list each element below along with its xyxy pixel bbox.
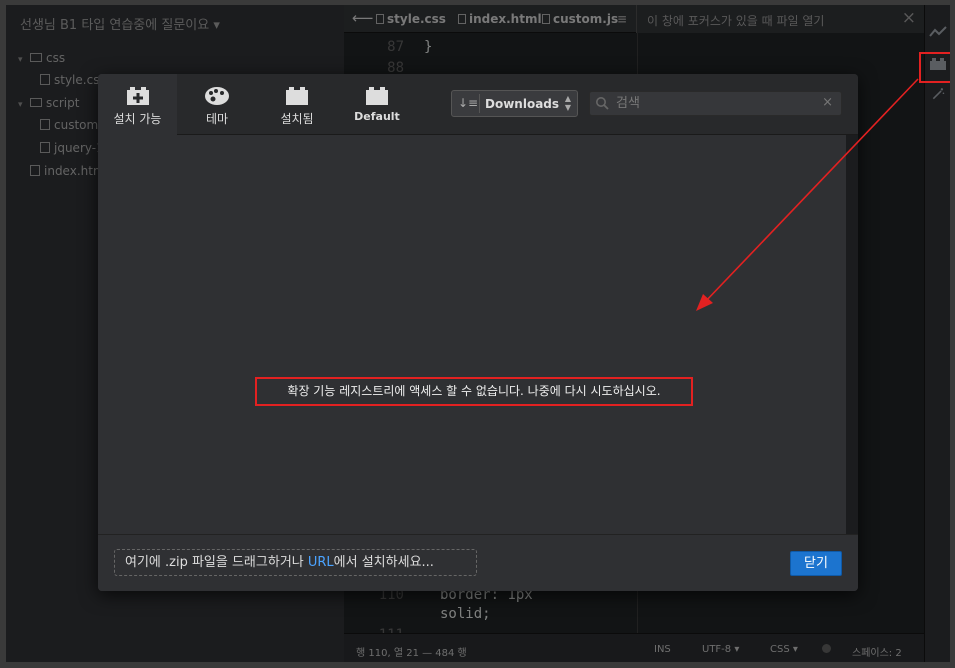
annotation-arrow: [696, 78, 919, 311]
brackets-window: 선생님 B1 타입 연습중에 질문이요 ▾ ▾ css style.css ▾ sc…: [6, 5, 950, 662]
